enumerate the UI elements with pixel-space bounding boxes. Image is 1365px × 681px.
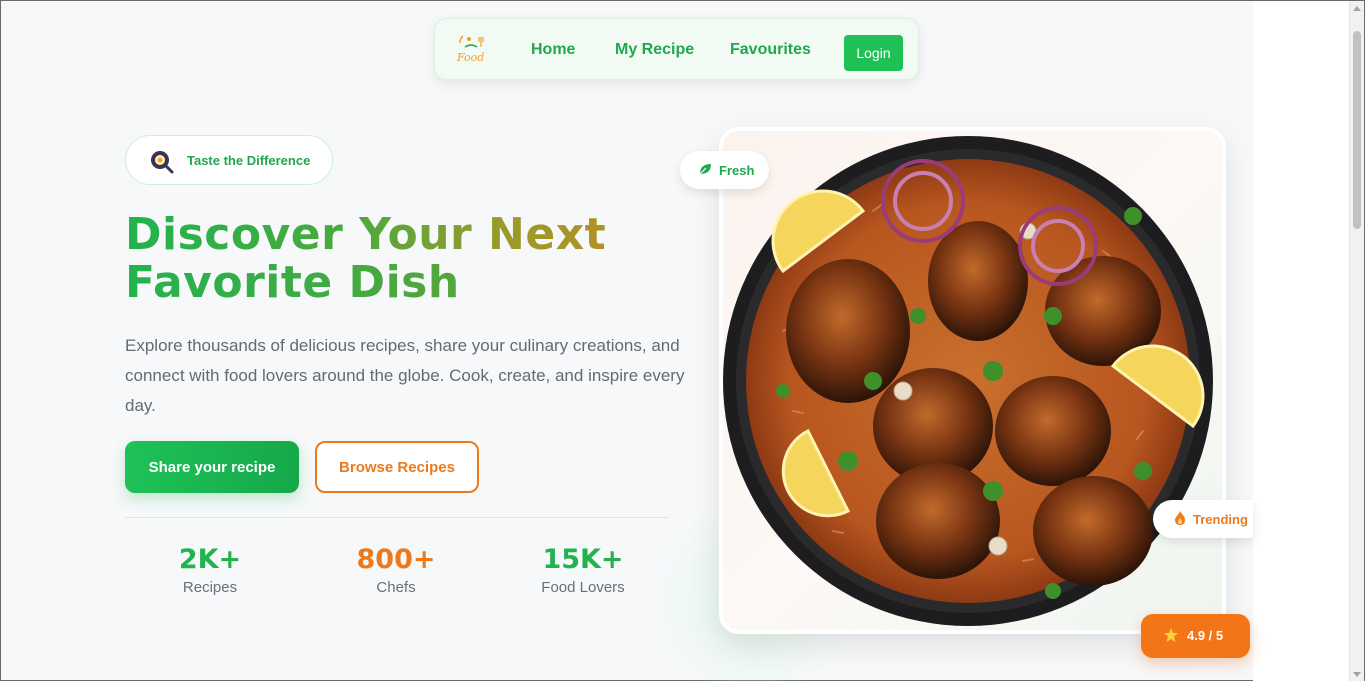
stat-recipes: 2K+ Recipes (125, 543, 295, 596)
flame-icon (1175, 511, 1185, 525)
leaf-icon (699, 164, 711, 175)
trending-label: Trending (1193, 512, 1248, 527)
trending-tag: Trending (1153, 500, 1253, 538)
stat-food-lovers: 15K+ Food Lovers (498, 543, 668, 596)
rating-badge: 4.9 / 5 (1141, 614, 1250, 658)
navbar: Food Home My Recipe Favourites Login (434, 18, 919, 80)
scroll-up-icon[interactable] (1353, 6, 1361, 11)
stat-value: 800+ (356, 544, 436, 575)
scroll-down-icon[interactable] (1353, 672, 1361, 677)
chicken-biryani-image (723, 136, 1213, 626)
hero-headline: Discover Your Next Favorite Dish (125, 211, 685, 307)
fresh-label: Fresh (719, 163, 755, 178)
taste-badge: Taste the Difference (125, 135, 333, 185)
food-logo-icon[interactable]: Food (455, 33, 487, 65)
nav-favourites[interactable]: Favourites (730, 41, 811, 59)
page-scrollbar[interactable] (1349, 1, 1364, 681)
badge-label: Taste the Difference (187, 153, 311, 168)
stat-label: Chefs (376, 579, 416, 596)
hero-description: Explore thousands of delicious recipes, … (125, 336, 685, 415)
headline-line-2: Favorite Dish (125, 259, 685, 307)
nav-my-recipe[interactable]: My Recipe (615, 41, 694, 59)
star-icon (1164, 628, 1178, 642)
share-recipe-button[interactable]: Share your recipe (125, 441, 299, 493)
nav-home[interactable]: Home (531, 41, 575, 59)
page-edge (1253, 1, 1351, 681)
rating-value: 4.9 / 5 (1187, 628, 1224, 643)
stat-label: Recipes (182, 579, 238, 596)
frying-pan-icon (151, 151, 174, 174)
svg-text:Food: Food (456, 51, 484, 64)
stat-chefs: 800+ Chefs (311, 543, 481, 596)
headline-line-1: Discover Your Next (125, 211, 685, 259)
fresh-tag: Fresh (680, 151, 769, 189)
browse-recipes-button[interactable]: Browse Recipes (315, 441, 479, 493)
stat-value: 2K+ (178, 544, 242, 575)
stat-label: Food Lovers (541, 579, 625, 596)
divider (125, 517, 669, 518)
dish-image-card (719, 127, 1226, 634)
scroll-thumb[interactable] (1353, 31, 1361, 229)
stat-value: 15K+ (542, 544, 624, 575)
login-button[interactable]: Login (844, 35, 903, 71)
